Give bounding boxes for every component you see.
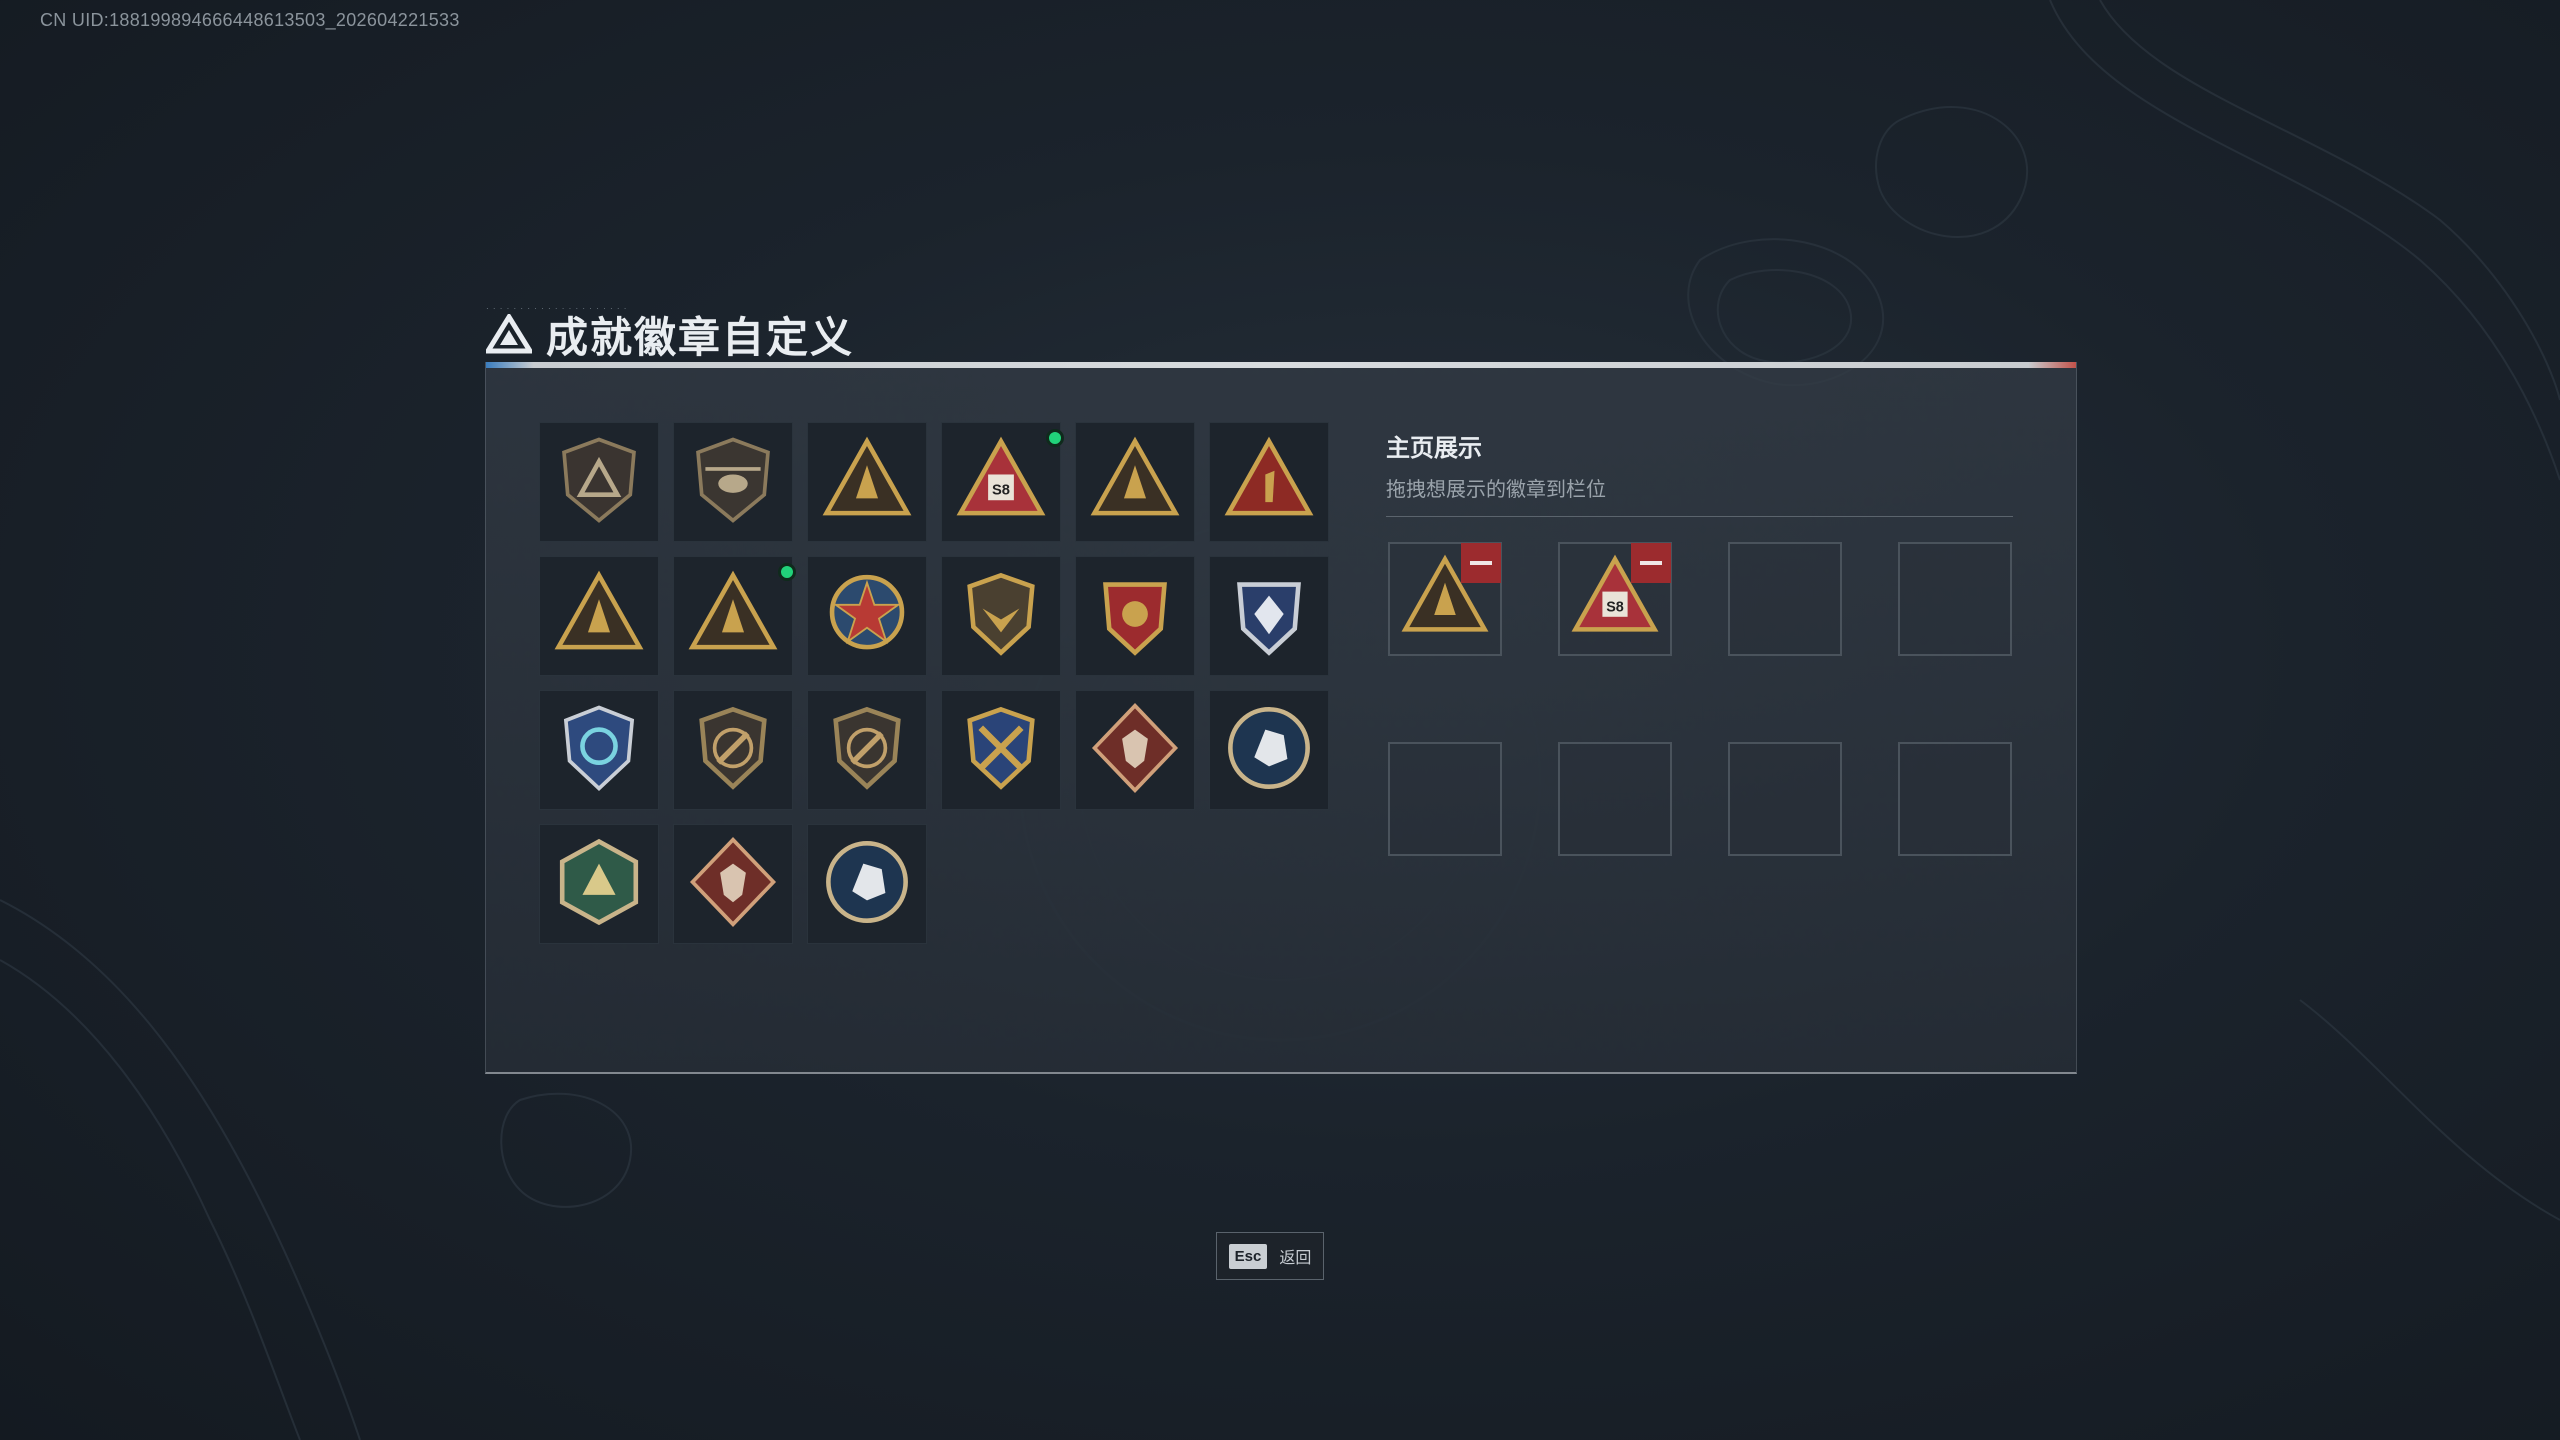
badge-cell[interactable] bbox=[539, 422, 659, 542]
badge-cell[interactable] bbox=[807, 690, 927, 810]
badge-cell[interactable] bbox=[1209, 422, 1329, 542]
badge-cell[interactable] bbox=[1075, 556, 1195, 676]
showcase-divider bbox=[1386, 516, 2013, 517]
bronze-rifle-shield-badge-icon bbox=[687, 702, 779, 799]
showcase-slot-empty[interactable] bbox=[1728, 742, 1842, 856]
badge-label-text: S8 bbox=[1606, 599, 1624, 615]
gold-triangle-rocket-badge-icon bbox=[687, 568, 779, 665]
badge-cell[interactable] bbox=[807, 556, 927, 676]
gold-triangle-crate-badge-icon bbox=[821, 434, 913, 531]
blue-crosshair-shield-badge-icon bbox=[553, 702, 645, 799]
new-indicator-dot bbox=[778, 563, 796, 581]
badge-customization-panel: S8 主页展示 拖拽想展示的徽章到栏位 S8 bbox=[485, 362, 2077, 1074]
back-button[interactable]: Esc 返回 bbox=[1216, 1232, 1324, 1280]
badge-cell[interactable] bbox=[807, 824, 927, 944]
blue-lynx-circle-badge-icon bbox=[821, 836, 913, 933]
gold-triangle-soldier-badge-icon bbox=[553, 568, 645, 665]
red-star-crest-badge-icon bbox=[1089, 568, 1181, 665]
back-label: 返回 bbox=[1279, 1250, 1312, 1267]
page-title: 成就徽章自定义 bbox=[546, 313, 855, 361]
badge-cell[interactable] bbox=[539, 690, 659, 810]
badge-inventory-grid: S8 bbox=[539, 422, 1329, 944]
badge-cell[interactable] bbox=[807, 422, 927, 542]
minus-icon bbox=[1470, 561, 1492, 565]
red-triangle-number-one-badge-icon bbox=[1223, 434, 1315, 531]
showcase-slot-empty[interactable] bbox=[1898, 742, 2012, 856]
badge-cell[interactable] bbox=[539, 824, 659, 944]
panel-top-bar bbox=[486, 362, 2076, 368]
badge-label-text: S8 bbox=[992, 482, 1010, 498]
badge-cell[interactable] bbox=[941, 690, 1061, 810]
minus-icon bbox=[1640, 561, 1662, 565]
uid-label: CN UID:188199894666448613503_20260422153… bbox=[40, 10, 460, 30]
showcase-slot-empty[interactable] bbox=[1728, 542, 1842, 656]
red-diamond-wolf-badge-icon bbox=[1089, 702, 1181, 799]
badge-cell[interactable] bbox=[539, 556, 659, 676]
homepage-showcase: 主页展示 拖拽想展示的徽章到栏位 S8 bbox=[1386, 422, 2046, 856]
delta-logo-icon bbox=[486, 314, 532, 354]
showcase-slot-filled[interactable] bbox=[1388, 542, 1502, 656]
triangle-shield-badge-icon bbox=[553, 434, 645, 531]
bronze-rifle-shield-dark-badge-icon bbox=[821, 702, 913, 799]
green-dragon-hexagon-badge-icon bbox=[553, 836, 645, 933]
badge-cell[interactable] bbox=[673, 556, 796, 676]
showcase-slot-empty[interactable] bbox=[1898, 542, 2012, 656]
badge-cell[interactable] bbox=[1075, 422, 1195, 542]
helicopter-shield-badge-icon bbox=[687, 434, 779, 531]
badge-cell[interactable] bbox=[673, 824, 793, 944]
red-star-medal-badge-icon bbox=[821, 568, 913, 665]
badge-cell[interactable] bbox=[673, 690, 793, 810]
new-indicator-dot bbox=[1046, 429, 1064, 447]
showcase-slot-filled[interactable]: S8 bbox=[1558, 542, 1672, 656]
esc-key-hint: Esc bbox=[1228, 1243, 1268, 1269]
gold-crossed-swords-badge-icon bbox=[955, 702, 1047, 799]
showcase-subtitle: 拖拽想展示的徽章到栏位 bbox=[1386, 479, 1606, 501]
s8-triangle-badge-icon: S8 bbox=[955, 434, 1047, 531]
showcase-slot-grid: S8 bbox=[1388, 542, 2012, 856]
page-header: 成就徽章自定义 bbox=[486, 306, 854, 362]
badge-cell[interactable] bbox=[1075, 690, 1195, 810]
blue-eagle-circle-badge-icon bbox=[1223, 702, 1315, 799]
gold-wings-shield-badge-icon bbox=[955, 568, 1047, 665]
red-diamond-dragon-badge-icon bbox=[687, 836, 779, 933]
remove-badge-button[interactable] bbox=[1461, 543, 1501, 583]
showcase-slot-empty[interactable] bbox=[1388, 742, 1502, 856]
badge-cell[interactable]: S8 bbox=[941, 422, 1064, 542]
showcase-slot-empty[interactable] bbox=[1558, 742, 1672, 856]
remove-badge-button[interactable] bbox=[1631, 543, 1671, 583]
badge-cell[interactable] bbox=[1209, 690, 1329, 810]
badge-cell[interactable] bbox=[673, 422, 793, 542]
badge-cell[interactable] bbox=[941, 556, 1061, 676]
blue-diamond-crest-badge-icon bbox=[1223, 568, 1315, 665]
showcase-title: 主页展示 bbox=[1386, 435, 1482, 462]
badge-cell[interactable] bbox=[1209, 556, 1329, 676]
gold-triangle-ship-badge-icon bbox=[1089, 434, 1181, 531]
